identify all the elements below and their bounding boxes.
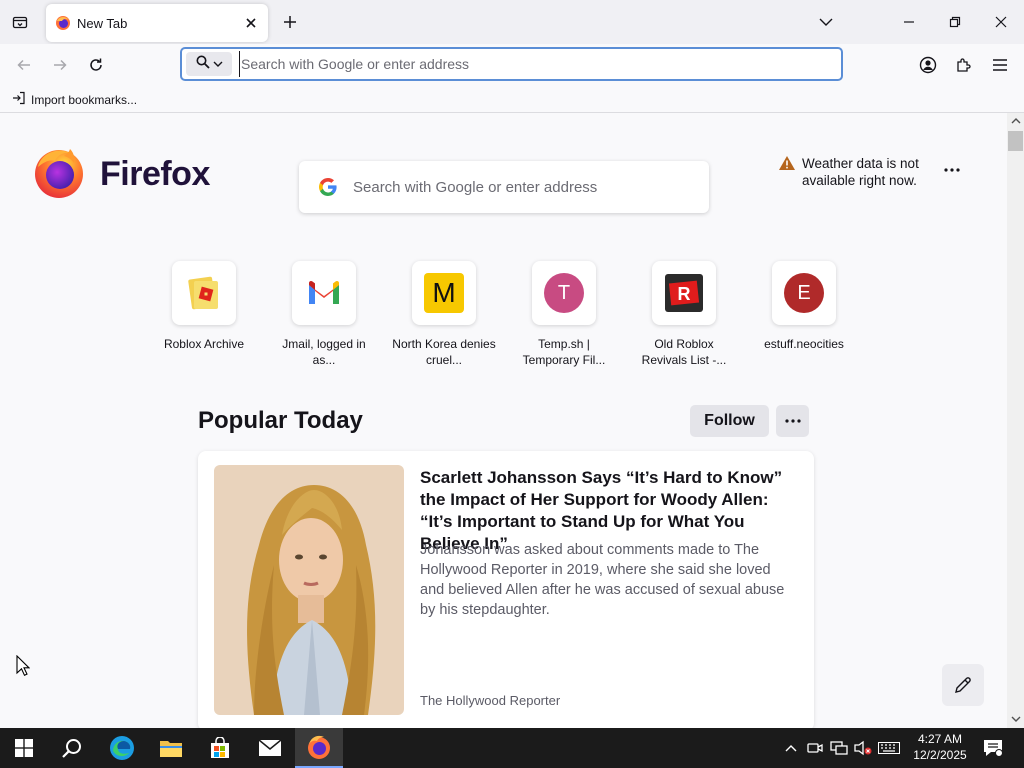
forward-arrow-icon[interactable] xyxy=(48,53,72,77)
search-icon xyxy=(196,55,210,74)
m-logo-icon: M xyxy=(412,261,476,325)
back-arrow-icon[interactable] xyxy=(12,53,36,77)
chevron-down-icon[interactable] xyxy=(812,8,840,36)
top-site-old-roblox-revivals[interactable]: R Old Roblox Revivals List -... xyxy=(624,261,744,368)
scroll-down-arrow-icon[interactable] xyxy=(1010,714,1021,724)
search-icon[interactable] xyxy=(48,728,96,768)
network-icon[interactable] xyxy=(829,728,849,768)
title-bar: New Tab xyxy=(0,0,1024,44)
popular-today-heading: Popular Today xyxy=(198,407,363,434)
letter-e-avatar: E xyxy=(784,273,824,313)
follow-button[interactable]: Follow xyxy=(690,405,769,437)
section-more-options-icon[interactable] xyxy=(776,405,809,437)
google-icon xyxy=(317,176,339,198)
top-site-label: Old Roblox Revivals List -... xyxy=(641,337,727,367)
weather-widget: Weather data is not available right now. xyxy=(778,155,922,189)
close-window-icon[interactable] xyxy=(987,8,1015,36)
svg-text:R: R xyxy=(678,284,691,304)
top-site-temp-sh[interactable]: T Temp.sh | Temporary Fil... xyxy=(504,261,624,368)
page-search-box[interactable]: Search with Google or enter address xyxy=(299,161,709,213)
letter-e-icon: E xyxy=(772,261,836,325)
restore-window-icon[interactable] xyxy=(941,8,969,36)
story-source: The Hollywood Reporter xyxy=(420,693,561,708)
show-hidden-icons-chevron-icon[interactable] xyxy=(781,728,801,768)
firefox-logo-icon xyxy=(32,145,86,204)
roblox-archive-icon xyxy=(172,261,236,325)
top-site-estuff[interactable]: E estuff.neocities xyxy=(744,261,864,352)
chevron-down-icon xyxy=(213,55,223,73)
volume-muted-icon[interactable] xyxy=(853,728,873,768)
reload-icon[interactable] xyxy=(84,53,108,77)
edge-browser-icon[interactable] xyxy=(98,728,146,768)
scroll-up-arrow-icon[interactable] xyxy=(1010,116,1021,126)
search-engine-selector[interactable] xyxy=(186,52,232,76)
clock-time: 4:27 AM xyxy=(917,732,963,746)
firefox-wordmark: Firefox xyxy=(100,155,210,193)
weather-message: Weather data is not available right now. xyxy=(802,156,919,188)
account-icon[interactable] xyxy=(916,53,940,77)
new-tab-plus-icon[interactable] xyxy=(279,11,301,33)
warning-icon xyxy=(778,155,796,176)
meet-now-icon[interactable] xyxy=(805,728,825,768)
top-site-north-korea[interactable]: M North Korea denies cruel... xyxy=(384,261,504,368)
keyboard-icon[interactable] xyxy=(877,728,901,768)
gmail-icon xyxy=(292,261,356,325)
bookmarks-toolbar: Import bookmarks... xyxy=(0,86,1024,113)
menu-hamburger-icon[interactable] xyxy=(988,53,1012,77)
roblox-logo-icon: R xyxy=(652,261,716,325)
system-clock[interactable]: 4:27 AM 12/2/2025 xyxy=(900,731,980,763)
address-bar[interactable] xyxy=(180,47,843,81)
firefox-logo: Firefox xyxy=(32,145,210,204)
new-tab-page: Firefox Search with Google or enter addr… xyxy=(0,113,1007,728)
letter-t-icon: T xyxy=(532,261,596,325)
page-scrollbar[interactable] xyxy=(1007,113,1024,728)
top-site-roblox-archive[interactable]: Roblox Archive xyxy=(144,261,264,352)
scrollbar-thumb[interactable] xyxy=(1008,131,1023,151)
list-all-tabs-icon[interactable] xyxy=(8,11,32,33)
top-site-label: North Korea denies cruel... xyxy=(392,337,496,367)
import-bookmarks-label: Import bookmarks... xyxy=(31,92,138,107)
import-bookmarks-button[interactable]: Import bookmarks... xyxy=(12,91,137,108)
notifications-icon[interactable] xyxy=(981,728,1005,768)
clock-date: 12/2/2025 xyxy=(913,748,967,762)
tab-new-tab[interactable]: New Tab xyxy=(46,4,268,42)
windows-start-icon[interactable] xyxy=(0,728,48,768)
import-icon xyxy=(12,91,26,108)
firefox-taskbar-icon[interactable] xyxy=(295,728,343,768)
close-tab-icon[interactable] xyxy=(242,14,260,32)
firefox-favicon-icon xyxy=(55,15,71,31)
story-description: Johansson was asked about comments made … xyxy=(420,542,785,618)
weather-more-options-icon[interactable] xyxy=(942,163,962,177)
extensions-puzzle-icon[interactable] xyxy=(952,53,976,77)
microsoft-store-icon[interactable] xyxy=(196,728,244,768)
m-logo-letter: M xyxy=(424,273,464,313)
top-site-label: Jmail, logged in as... xyxy=(282,337,366,367)
navigation-toolbar xyxy=(0,44,1024,86)
tab-title: New Tab xyxy=(77,15,128,31)
top-site-label: Temp.sh | Temporary Fil... xyxy=(522,337,606,367)
mail-icon[interactable] xyxy=(246,728,294,768)
letter-t-avatar: T xyxy=(544,273,584,313)
page-search-placeholder: Search with Google or enter address xyxy=(353,178,598,196)
taskbar: 4:27 AM 12/2/2025 xyxy=(0,728,1024,768)
top-site-label: estuff.neocities xyxy=(764,337,844,351)
story-image xyxy=(214,465,404,715)
minimize-window-icon[interactable] xyxy=(895,8,923,36)
address-input[interactable] xyxy=(239,51,841,77)
top-site-jmail[interactable]: Jmail, logged in as... xyxy=(264,261,384,368)
file-explorer-icon[interactable] xyxy=(147,728,195,768)
top-site-label: Roblox Archive xyxy=(163,337,245,351)
customize-pencil-icon[interactable] xyxy=(942,664,984,706)
top-sites: Roblox Archive Jmail, logged in as... M … xyxy=(144,261,864,371)
story-card[interactable]: Scarlett Johansson Says “It’s Hard to Kn… xyxy=(198,451,814,728)
mouse-cursor-icon xyxy=(16,654,31,682)
